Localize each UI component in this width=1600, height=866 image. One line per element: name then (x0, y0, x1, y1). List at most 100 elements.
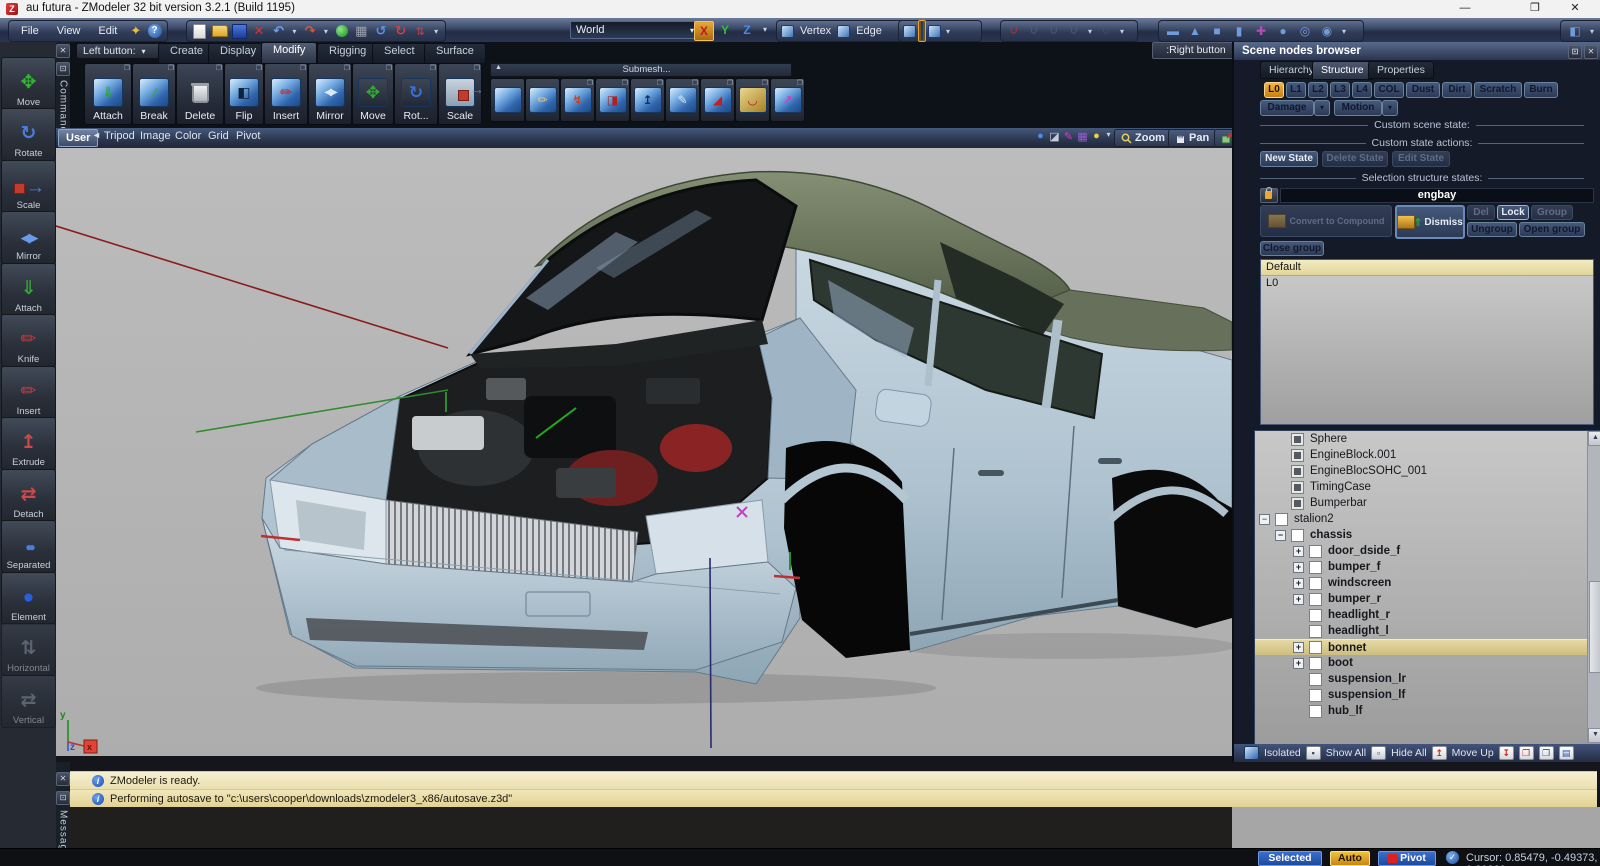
messaging-pin-icon[interactable]: ⊡ (56, 791, 70, 805)
pivot-mode-button[interactable]: Pivot (1378, 851, 1436, 866)
tree-item-timingcase[interactable]: TimingCase (1255, 479, 1600, 495)
tool-move[interactable]: ✥ Move (352, 63, 394, 125)
create-cylinder-icon[interactable]: ▮ (1229, 24, 1249, 38)
tree-item-boot[interactable]: boot (1255, 655, 1600, 671)
snap-dropdown-icon[interactable]: ▾ (1085, 27, 1095, 36)
snap-face-icon[interactable] (1065, 22, 1083, 40)
material-icon[interactable] (333, 22, 351, 40)
state-row-default[interactable]: Default (1261, 260, 1593, 276)
help-icon[interactable]: ? (146, 22, 163, 40)
submesh-smooth-button[interactable] (490, 78, 525, 122)
lod-col-button[interactable]: COL (1374, 82, 1404, 98)
menu-file[interactable]: File (13, 25, 47, 37)
lock-state-icon[interactable] (1260, 188, 1278, 203)
pan-button[interactable]: Pan (1168, 129, 1216, 147)
viewport-menu-grid[interactable]: Grid (208, 130, 229, 142)
viewport-menu-color[interactable]: Color (175, 130, 201, 142)
submesh-brush-button[interactable]: ✏ (525, 78, 560, 122)
show-all-button[interactable]: Show All (1326, 747, 1366, 759)
submesh-extrude-button[interactable]: ↥ (630, 78, 665, 122)
export-icon[interactable] (301, 22, 319, 40)
save-file-icon[interactable] (230, 22, 248, 40)
sidebar-tool-extrude[interactable]: Extrude (1, 417, 56, 470)
draw-icon[interactable]: ✎ (1062, 130, 1075, 143)
move-down-icon[interactable]: ↧ (1499, 746, 1514, 760)
tab-rigging[interactable]: Rigging (317, 43, 378, 63)
tree-item-engineblock001[interactable]: EngineBlock.001 (1255, 447, 1600, 463)
edge-mode-label[interactable]: Edge (852, 25, 886, 37)
new-file-icon[interactable] (191, 22, 209, 40)
open-file-icon[interactable] (211, 22, 229, 40)
commands-pin-icon[interactable]: ⊡ (56, 62, 70, 76)
state-row-l0[interactable]: L0 (1261, 276, 1593, 291)
redo-icon[interactable] (392, 22, 410, 40)
messaging-close-icon[interactable]: ✕ (56, 772, 70, 786)
expand-expander-icon[interactable] (1293, 658, 1304, 669)
texture-icon[interactable]: ▦ (1076, 130, 1089, 143)
menu-view[interactable]: View (49, 25, 89, 37)
checkbox[interactable] (1309, 577, 1322, 590)
lod-l2-button[interactable]: L2 (1308, 82, 1328, 98)
view-overflow-icon[interactable]: ▾ (1587, 27, 1597, 36)
export-dropdown-icon[interactable]: ▾ (321, 27, 331, 36)
panel-header[interactable]: Scene nodes browser ⊡ ✕ (1234, 42, 1600, 60)
checkbox[interactable] (1291, 449, 1304, 462)
open-group-button[interactable]: Open group (1519, 222, 1585, 237)
expand-expander-icon[interactable] (1293, 562, 1304, 573)
selected-mode-button[interactable]: Selected (1258, 851, 1322, 866)
lod-l3-button[interactable]: L3 (1330, 82, 1350, 98)
snap-grid-icon[interactable] (1097, 22, 1115, 40)
submesh-path-button[interactable]: ↗ (770, 78, 805, 122)
checkbox[interactable] (1291, 497, 1304, 510)
tree-item-chassis[interactable]: chassis (1255, 527, 1600, 543)
lod-scratch-button[interactable]: Scratch (1474, 82, 1522, 98)
tree-item-hub-lf[interactable]: hub_lf (1255, 703, 1600, 719)
close-button[interactable]: ✕ (1562, 2, 1588, 16)
right-button-tag[interactable]: :Right button (1152, 42, 1240, 59)
minimize-button[interactable]: — (1452, 2, 1478, 16)
axis-z-button[interactable]: Z (738, 21, 756, 39)
autosave-icon[interactable] (412, 22, 430, 40)
import-icon[interactable] (270, 22, 288, 40)
checkbox[interactable] (1291, 433, 1304, 446)
tab-properties[interactable]: Properties (1368, 61, 1434, 79)
scroll-up-icon[interactable]: ▲ (1588, 431, 1600, 446)
tree-scrollbar[interactable]: ▲ ▼ (1587, 431, 1600, 743)
coordinate-space-select[interactable]: World ▾ (570, 21, 700, 39)
dismiss-button[interactable]: ⇑ Dismiss (1395, 205, 1465, 239)
lod-l4-button[interactable]: L4 (1352, 82, 1372, 98)
submesh-detach-button[interactable]: ↯ (560, 78, 595, 122)
tree-item-sphere[interactable]: Sphere (1255, 431, 1600, 447)
ungroup-button[interactable]: Ungroup (1467, 222, 1517, 237)
auto-mode-button[interactable]: Auto (1330, 851, 1370, 866)
sidebar-tool-vertical[interactable]: Vertical (1, 675, 56, 728)
close-group-button[interactable]: Close group (1260, 241, 1324, 256)
convert-to-compound-button[interactable]: Convert to Compound (1260, 205, 1392, 237)
lod-burn-button[interactable]: Burn (1524, 82, 1558, 98)
axis-x-button[interactable]: X (694, 21, 714, 41)
sidebar-tool-detach[interactable]: Detach (1, 469, 56, 522)
expand-expander-icon[interactable] (1293, 578, 1304, 589)
lock-button[interactable]: Lock (1497, 205, 1529, 220)
tree-item-suspension-lr[interactable]: suspension_lr (1255, 671, 1600, 687)
submesh-knife-button[interactable]: ✎ (665, 78, 700, 122)
scroll-thumb[interactable] (1589, 581, 1600, 673)
checkbox[interactable] (1309, 545, 1322, 558)
create-geosphere-icon[interactable]: ◉ (1317, 24, 1337, 38)
create-sphere-icon[interactable]: ● (1273, 24, 1293, 38)
group-button[interactable]: Group (1531, 205, 1573, 220)
sidebar-tool-move[interactable]: Move (1, 57, 56, 110)
submesh-group-header[interactable]: ▲ Submesh... (490, 63, 792, 77)
tab-display[interactable]: Display (208, 43, 268, 63)
tree-item-windscreen[interactable]: windscreen (1255, 575, 1600, 591)
vertex-mode-label[interactable]: Vertex (796, 25, 835, 37)
snap-vertex-icon[interactable] (1025, 22, 1043, 40)
object-mode-active-icon[interactable] (918, 20, 926, 42)
license-icon[interactable] (127, 22, 144, 40)
sidebar-tool-horizontal[interactable]: Horizontal (1, 623, 56, 676)
tree-item-headlight-r[interactable]: headlight_r (1255, 607, 1600, 623)
expand-expander-icon[interactable] (1293, 642, 1304, 653)
checkbox[interactable] (1309, 593, 1322, 606)
delete-state-button[interactable]: Delete State (1322, 151, 1388, 167)
checkbox[interactable] (1291, 465, 1304, 478)
